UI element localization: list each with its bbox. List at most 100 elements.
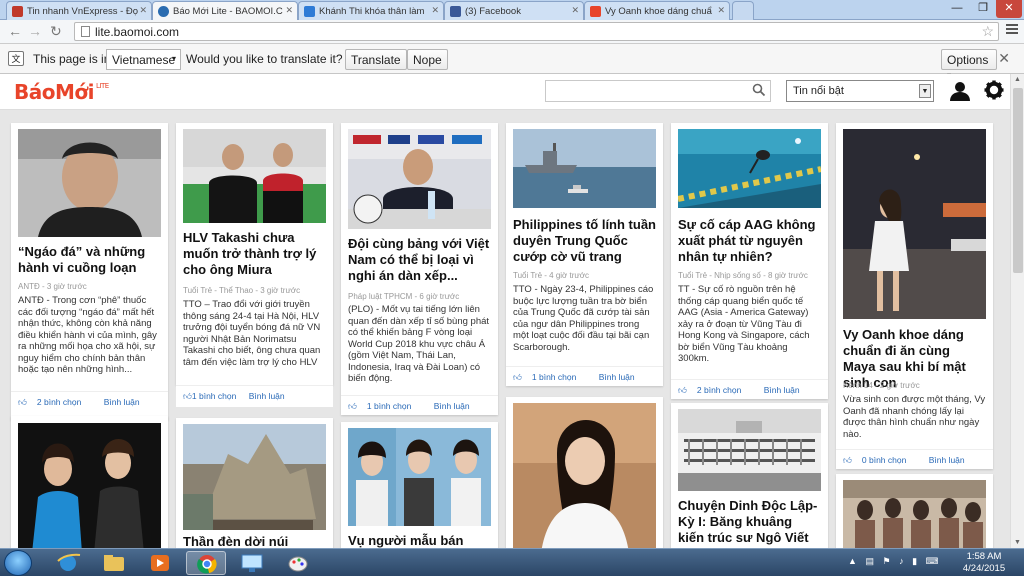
close-icon[interactable]: ✕: [285, 5, 293, 16]
comment-link[interactable]: Bình luận: [929, 455, 965, 465]
like-button[interactable]: 👍︎1 bình chọn: [183, 391, 236, 401]
article-title[interactable]: Philippines tố lính tuần duyên Trung Quố…: [513, 217, 656, 265]
taskbar-paint[interactable]: [278, 551, 318, 575]
taskbar-ie[interactable]: [48, 551, 88, 575]
article-title[interactable]: HLV Takashi chưa muốn trở thành trợ lý c…: [183, 230, 326, 278]
close-icon[interactable]: ✕: [431, 5, 439, 16]
article-image[interactable]: [513, 403, 656, 548]
article-title[interactable]: Chuyện Dinh Độc Lập-Kỳ I: Băng khuâng ki…: [678, 498, 821, 548]
options-label: Options: [947, 53, 989, 67]
signal-icon[interactable]: ▮: [912, 556, 917, 566]
article-image[interactable]: [843, 129, 986, 319]
news-card[interactable]: [836, 474, 993, 548]
translate-button[interactable]: Translate: [345, 49, 407, 70]
tab-vy-oanh[interactable]: Vy Oanh khoe dáng chuẩ ✕: [584, 1, 730, 20]
thumbs-up-icon: 👍︎: [183, 391, 192, 401]
taskbar-media-player[interactable]: [140, 551, 180, 575]
reload-icon[interactable]: ↻: [50, 23, 62, 40]
minimize-icon[interactable]: —: [944, 0, 970, 18]
options-button[interactable]: Options ▾: [941, 49, 997, 80]
volume-icon[interactable]: ♪: [899, 556, 904, 566]
taskbar-chrome[interactable]: [186, 551, 226, 575]
close-translate-icon[interactable]: ✕: [998, 50, 1010, 67]
taskbar-explorer[interactable]: [94, 551, 134, 575]
like-button[interactable]: 👍︎ 2 bình chọn: [678, 385, 751, 395]
news-card[interactable]: Chuyện Dinh Độc Lập-Kỳ I: Băng khuâng ki…: [671, 403, 828, 548]
news-card[interactable]: Thần đèn dời núi Đức...: [176, 418, 333, 548]
url-input[interactable]: lite.baomoi.com ☆: [74, 22, 999, 41]
article-title[interactable]: Vụ người mẫu bán dâm: [348, 533, 491, 548]
news-card[interactable]: Philippines tố lính tuần duyên Trung Quố…: [506, 123, 663, 386]
windows-taskbar: ▲ ▤ ⚑ ♪ ▮ ⌨ 1:58 AM 4/24/2015: [0, 548, 1024, 576]
article-title[interactable]: Thần đèn dời núi Đức...: [183, 534, 326, 548]
comment-link[interactable]: Bình luận: [434, 401, 470, 411]
news-card[interactable]: Vụ người mẫu bán dâm: [341, 422, 498, 548]
window-close-icon[interactable]: ✕: [996, 0, 1022, 18]
article-image[interactable]: [678, 129, 821, 208]
news-card[interactable]: Sự cố cáp AAG không xuất phát từ nguyên …: [671, 123, 828, 399]
tab-vnexpress[interactable]: Tin nhanh VnExpress - Đọ ✕: [6, 1, 152, 20]
scroll-thumb[interactable]: [1013, 88, 1023, 273]
search-icon[interactable]: [752, 83, 766, 97]
chrome-menu-icon[interactable]: [1006, 24, 1018, 36]
user-icon[interactable]: [949, 80, 971, 102]
page-scrollbar[interactable]: ▲ ▼: [1010, 74, 1024, 548]
like-button[interactable]: 👍︎ 2 bình chọn: [18, 397, 91, 407]
article-image[interactable]: [348, 428, 491, 526]
news-card[interactable]: Vy Oanh khoe dáng chuẩn đi ăn cùng Maya …: [836, 123, 993, 469]
close-icon[interactable]: ✕: [571, 5, 579, 16]
back-arrow-icon[interactable]: ←: [8, 23, 22, 39]
article-image[interactable]: [183, 424, 326, 530]
article-image[interactable]: [18, 423, 161, 548]
like-button[interactable]: 👍︎ 0 bình chọn: [843, 455, 916, 465]
start-button[interactable]: [4, 550, 32, 576]
maximize-icon[interactable]: ❐: [970, 0, 996, 18]
comment-link[interactable]: Bình luận: [104, 397, 140, 407]
new-tab-button[interactable]: [732, 1, 754, 20]
article-image[interactable]: [183, 129, 326, 223]
article-title[interactable]: Đội cùng bảng với Việt Nam có thể bị loạ…: [348, 236, 491, 284]
like-button[interactable]: 👍︎1 bình chọn: [513, 372, 586, 382]
card-footer: 👍︎ 0 bình chọn Bình luận: [836, 449, 993, 469]
category-select[interactable]: Tin nổi bật ▼: [786, 80, 934, 102]
flag-icon[interactable]: ⚑: [882, 556, 890, 566]
article-title[interactable]: Sự cố cáp AAG không xuất phát từ nguyên …: [678, 217, 821, 265]
forward-arrow-icon[interactable]: →: [28, 23, 42, 39]
news-card[interactable]: [11, 416, 168, 548]
article-image[interactable]: [678, 409, 821, 491]
nope-button[interactable]: Nope: [407, 49, 448, 70]
keyboard-icon[interactable]: ⌨: [926, 556, 939, 566]
like-button[interactable]: 👍︎1 bình chọn: [348, 401, 421, 411]
system-clock[interactable]: 1:58 AM 4/24/2015: [960, 551, 1008, 575]
article-image[interactable]: [843, 480, 986, 548]
comment-link[interactable]: Bình luận: [249, 391, 285, 401]
article-image[interactable]: [18, 129, 161, 237]
baomoi-logo[interactable]: BáoMới LITE: [14, 80, 109, 104]
language-select[interactable]: Vietnamese ▾: [106, 49, 181, 70]
news-card[interactable]: [506, 397, 663, 548]
taskbar-remote-desktop[interactable]: [232, 551, 272, 575]
comment-link[interactable]: Bình luận: [764, 385, 800, 395]
close-icon[interactable]: ✕: [139, 5, 147, 16]
news-feed: “Ngáo đá” và những hành vi cuồng loạn AN…: [0, 110, 1010, 548]
close-icon[interactable]: ✕: [717, 5, 725, 16]
comment-link[interactable]: Bình luận: [599, 372, 635, 382]
news-card[interactable]: “Ngáo đá” và những hành vi cuồng loạn AN…: [11, 123, 168, 420]
article-image[interactable]: [513, 129, 656, 208]
tab-facebook[interactable]: (3) Facebook ✕: [444, 1, 584, 20]
article-image[interactable]: [348, 129, 491, 229]
tray-arrow-icon[interactable]: ▲: [848, 556, 857, 566]
news-card[interactable]: Đội cùng bảng với Việt Nam có thể bị loạ…: [341, 123, 498, 415]
news-card[interactable]: HLV Takashi chưa muốn trở thành trợ lý c…: [176, 123, 333, 385]
scroll-up-icon[interactable]: ▲: [1014, 76, 1021, 83]
article-title[interactable]: “Ngáo đá” và những hành vi cuồng loạn: [18, 244, 161, 276]
network-icon[interactable]: ▤: [865, 556, 874, 566]
search-input[interactable]: [545, 80, 771, 102]
tab-khanh-thi[interactable]: Khánh Thi khóa thân làm ✕: [298, 1, 444, 20]
bookmark-star-icon[interactable]: ☆: [981, 23, 994, 40]
article-source: Tuổi Trẻ - Nhịp sống số - 8 giờ trước: [678, 271, 808, 280]
tab-baomoi[interactable]: Báo Mới Lite - BAOMOI.C ✕: [152, 1, 298, 20]
scroll-down-icon[interactable]: ▼: [1014, 539, 1021, 546]
like-count: 0 bình chọn: [861, 455, 907, 465]
gear-icon[interactable]: [984, 80, 1004, 100]
